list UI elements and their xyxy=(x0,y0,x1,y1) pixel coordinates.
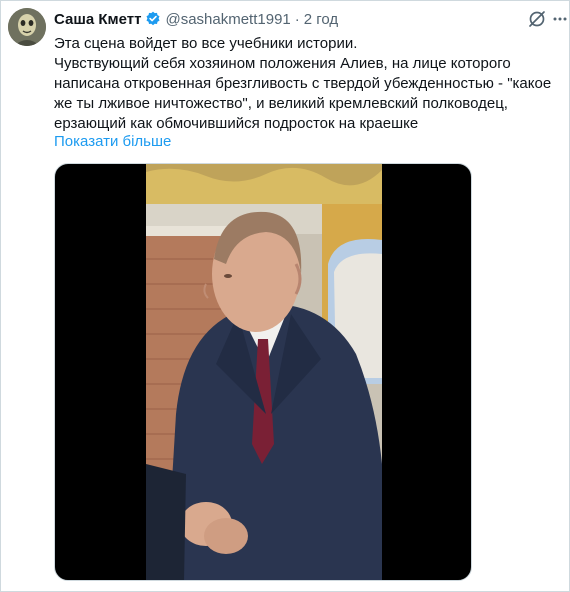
video-still xyxy=(146,164,382,580)
timestamp[interactable]: 2 год xyxy=(304,11,338,28)
tweet-text-line: ерзающий как обмочившийся подросток на к… xyxy=(54,115,419,132)
verified-badge-icon xyxy=(145,11,161,27)
tweet-text-line: Чувствующий себя хозяином положения Алие… xyxy=(54,55,511,72)
author-handle[interactable]: @sashakmett1991 xyxy=(165,11,290,28)
separator-dot: · xyxy=(294,10,300,28)
tweet-text-line: написана откровенная брезгливость с твер… xyxy=(54,75,552,92)
author-name[interactable]: Саша Кметт xyxy=(54,11,141,28)
avatar[interactable] xyxy=(8,8,46,46)
video-player[interactable] xyxy=(54,163,472,581)
tweet-header: Саша Кметт @sashakmett1991 · 2 год xyxy=(54,9,338,29)
tweet-text-line: Эта сцена войдет во все учебники истории… xyxy=(54,35,358,52)
show-more-link[interactable]: Показати більше xyxy=(54,133,171,150)
video-frame[interactable] xyxy=(146,164,382,580)
tweet-text: Эта сцена войдет во все учебники истории… xyxy=(54,34,554,134)
tweet-text-line: же ты лживое ничтожество", и великий кре… xyxy=(54,95,508,112)
more-options-icon[interactable] xyxy=(552,10,568,28)
grok-icon[interactable] xyxy=(527,9,547,29)
